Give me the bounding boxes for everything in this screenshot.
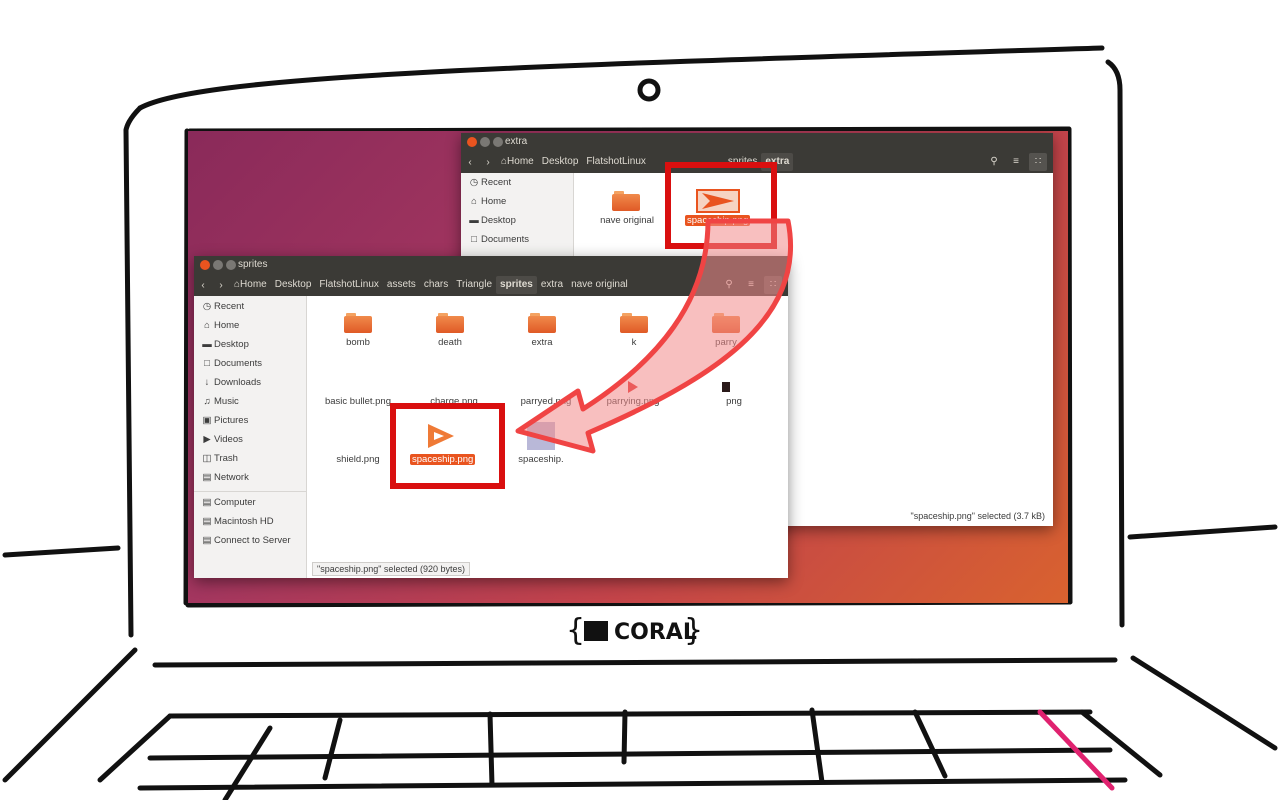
hinge-right (1127, 524, 1278, 540)
screen-left-border (183, 128, 190, 606)
coral-logo-brace-right: } (684, 613, 703, 648)
key-divider-4 (621, 709, 628, 765)
hinge-left (2, 545, 121, 558)
key-divider-6 (912, 709, 948, 779)
keyboard-row-1 (167, 709, 1093, 719)
laptop-lid-left (123, 105, 143, 638)
key-divider-3 (487, 711, 495, 788)
coral-logo: { CORAL } (566, 613, 703, 648)
base-right (1130, 655, 1278, 751)
key-divider-5 (809, 707, 825, 785)
key-divider-2 (322, 717, 343, 781)
desktop-screen: extra ‹ › ⌂Home Desktop FlatshotLinux sp… (188, 131, 1068, 603)
keyboard-row-3 (137, 777, 1128, 791)
screen-right-border (1066, 126, 1073, 605)
keyboard-row-2 (147, 747, 1113, 761)
coral-logo-brace-left: { (566, 613, 585, 648)
base-left (2, 647, 138, 783)
laptop-lid-top (137, 45, 1105, 111)
laptop-lid-right (1105, 59, 1125, 628)
base-top (152, 657, 1118, 668)
keyboard-left-edge (97, 713, 173, 783)
coral-logo-icon (584, 621, 608, 641)
drag-arrow (515, 218, 793, 454)
webcam (637, 78, 661, 102)
